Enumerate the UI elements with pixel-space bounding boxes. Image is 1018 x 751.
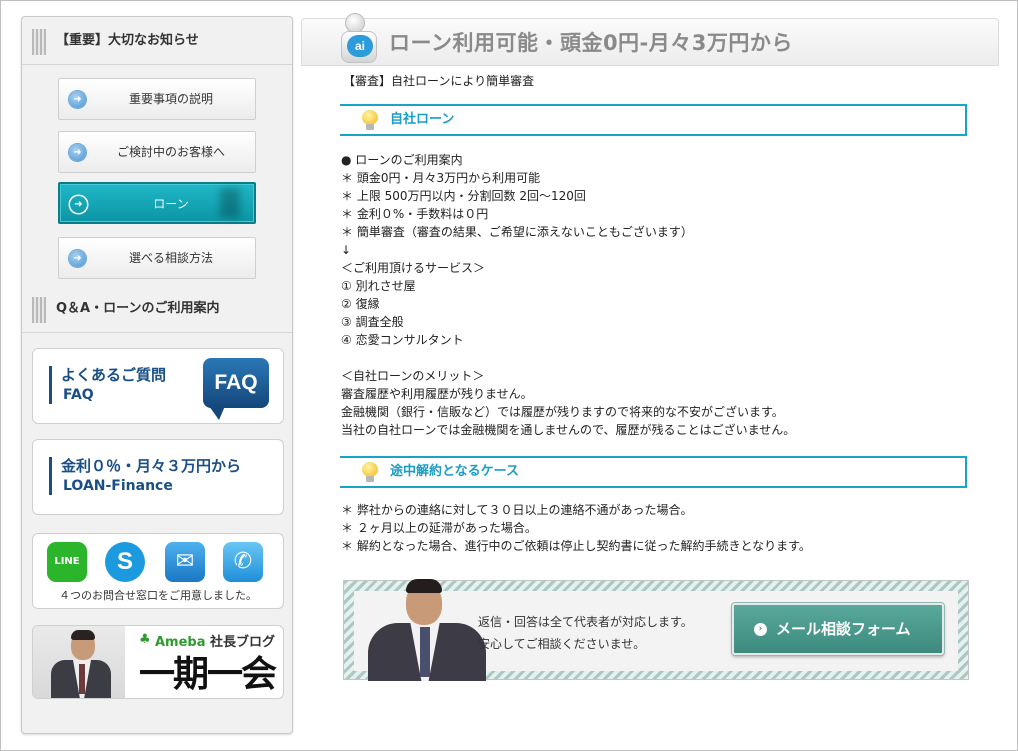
line-icon[interactable]: LINE	[47, 542, 87, 582]
sidebar-heading-qa: Q＆A・ローンのご利用案内	[22, 285, 292, 333]
lightbulb-icon	[362, 110, 378, 130]
mail-button-label: メール相談フォーム	[776, 620, 911, 638]
section-heading-cancellation: 途中解約となるケース	[340, 456, 967, 488]
sidebar: 【重要】大切なお知らせ ➜ 重要事項の説明 ➜ ご検討中のお客様へ ➜ ローン …	[21, 16, 293, 734]
nav-label: 選べる相談方法	[128, 251, 213, 265]
faq-banner-title: よくあるご質問	[61, 366, 167, 384]
banner-bar	[49, 366, 52, 404]
loan-banner-title: 金利０％・月々３万円から	[61, 457, 242, 475]
cancellation-body: ＊ 弊社からの連絡に対して３０日以上の連絡不通があった場合。 ＊ ２ヶ月以上の延…	[341, 503, 811, 553]
sidebar-heading-important: 【重要】大切なお知らせ	[22, 17, 292, 65]
faq-banner[interactable]: よくあるご質問 FAQ FAQ	[32, 348, 284, 424]
arrow-right-circle-icon: ➜	[70, 196, 87, 213]
ai-badge: ai	[347, 35, 373, 57]
faq-speech-bubble-icon: FAQ	[203, 358, 269, 420]
ameba-leaf-icon: ♣	[139, 632, 151, 647]
ameba-blog-title: Ameba 社長ブログ	[155, 631, 275, 650]
contact-cta-box: 返信・回答は全て代表者が対応します。 安心してご相談くださいませ。 › メール相…	[343, 577, 969, 681]
heading-qa-label: Q＆A・ローンのご利用案内	[56, 301, 220, 316]
ameba-brand: Ameba	[155, 635, 206, 650]
ameba-blog-banner[interactable]: ♣ Ameba 社長ブログ 一期一会	[32, 625, 284, 699]
lightbulb-icon	[362, 462, 378, 482]
calligraphy-text: 一期一会	[138, 653, 277, 695]
ameba-blog-label: 社長ブログ	[210, 635, 276, 650]
nav-consultation-methods-button[interactable]: ➜ 選べる相談方法	[58, 237, 256, 279]
loan-banner-subtitle: LOAN-Finance	[63, 478, 173, 494]
phone-icon[interactable]: ✆	[223, 542, 263, 582]
nav-important-notice-button[interactable]: ➜ 重要事項の説明	[58, 78, 256, 120]
arrow-right-circle-icon: ➜	[69, 250, 86, 267]
in-house-loan-body: ● ローンのご利用案内 ＊ 頭金0円・月々3万円から利用可能 ＊ 上限 500万…	[341, 153, 796, 437]
nav-considering-customers-button[interactable]: ➜ ご検討中のお客様へ	[58, 131, 256, 173]
president-photo	[33, 626, 125, 698]
heading-stripe-icon	[32, 297, 46, 323]
section-heading-in-house-loan: 自社ローン	[340, 104, 967, 136]
chevron-right-icon: ›	[754, 623, 767, 636]
cta-message-line1: 返信・回答は全て代表者が対応します。	[478, 615, 693, 629]
section-heading-label: 自社ローン	[390, 112, 455, 127]
faq-banner-subtitle: FAQ	[63, 387, 94, 403]
cta-message-line2: 安心してご相談くださいませ。	[478, 637, 646, 651]
nav-label: ご検討中のお客様へ	[116, 145, 225, 159]
page-subtitle: 【審査】自社ローンにより簡単審査	[343, 74, 535, 88]
cta-message: 返信・回答は全て代表者が対応します。 安心してご相談くださいませ。	[478, 611, 693, 655]
mail-icon[interactable]: ✉	[165, 542, 205, 582]
contact-caption: ４つのお問合せ窓口をご用意しました。	[59, 589, 257, 602]
skype-icon[interactable]: S	[105, 542, 145, 582]
nav-loan-button[interactable]: ➜ ローン	[58, 182, 256, 224]
section-heading-label: 途中解約となるケース	[390, 464, 519, 479]
ai-mascot-icon: ai	[337, 13, 381, 67]
banner-bar	[49, 457, 52, 495]
contact-channels-box: LINE S ✉ ✆ ４つのお問合せ窓口をご用意しました。	[32, 533, 284, 609]
nav-label: ローン	[153, 197, 189, 211]
mail-consultation-form-button[interactable]: › メール相談フォーム	[732, 603, 944, 655]
heading-stripe-icon	[32, 29, 46, 55]
loan-finance-banner[interactable]: 金利０％・月々３万円から LOAN-Finance	[32, 439, 284, 515]
heading-important-label: 【重要】大切なお知らせ	[56, 33, 199, 48]
nav-label: 重要事項の説明	[128, 92, 213, 106]
page-title: ローン利用可能・頭金0円-月々3万円から	[389, 31, 793, 55]
page-frame: 【重要】大切なお知らせ ➜ 重要事項の説明 ➜ ご検討中のお客様へ ➜ ローン …	[0, 0, 1018, 751]
arrow-right-circle-icon: ➜	[69, 91, 86, 108]
representative-photo	[354, 577, 494, 681]
arrow-right-circle-icon: ➜	[69, 144, 86, 161]
